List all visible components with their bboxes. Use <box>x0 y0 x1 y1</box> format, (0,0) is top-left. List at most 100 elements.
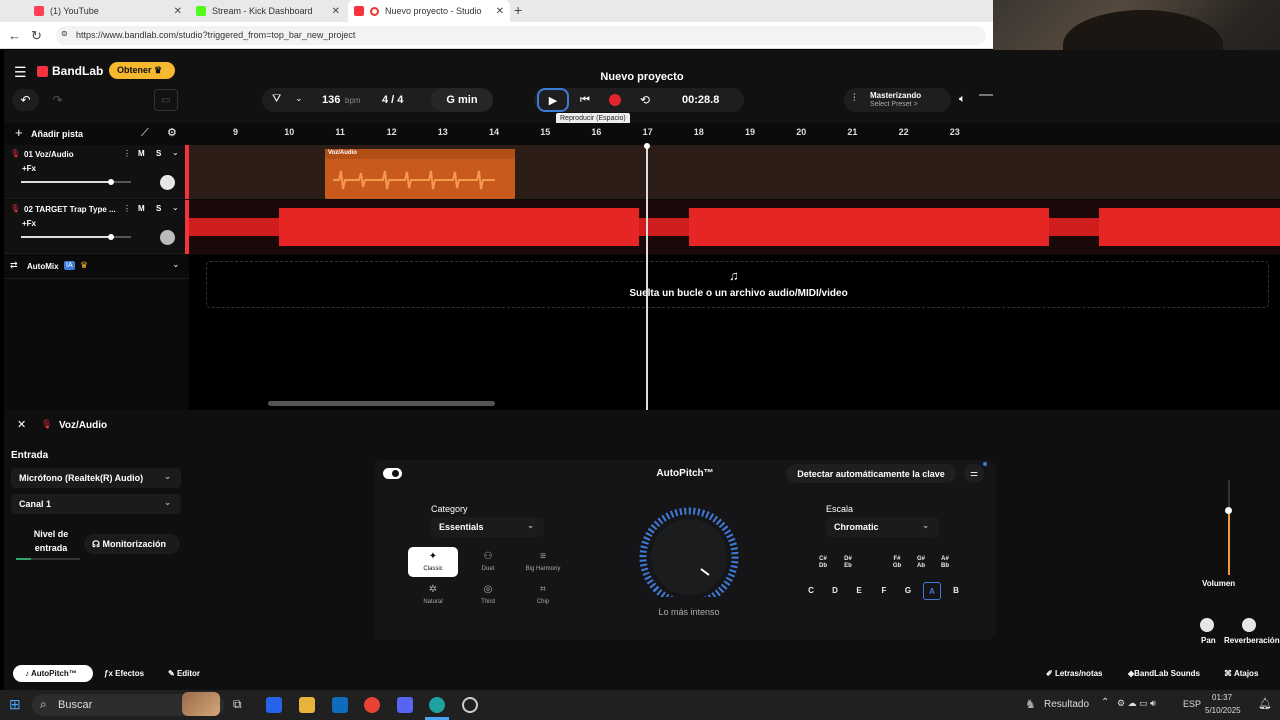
close-icon[interactable]: ✕ <box>496 6 504 17</box>
redo-button[interactable]: ↷ <box>44 89 71 111</box>
tab-effects[interactable]: ƒx Efectos <box>104 669 144 678</box>
plus-icon[interactable]: + <box>15 125 23 140</box>
empty-lane-area[interactable]: ♫ Suelta un bucle o un archivo audio/MID… <box>189 255 1280 410</box>
close-icon[interactable]: ✕ <box>17 418 26 431</box>
chevron-down-icon[interactable]: ⌄ <box>172 259 180 270</box>
back-icon[interactable]: ← <box>8 28 21 43</box>
timeline-ruler[interactable]: 9 10 11 12 13 14 15 16 17 18 19 20 21 22 23 <box>189 123 1280 145</box>
track-header-1[interactable]: 🎙︎ 01 Voz/Audio ⋮ M S ⌄ +Fx <box>4 145 189 199</box>
slider-thumb[interactable] <box>108 179 115 185</box>
rewind-button[interactable]: ⏮ <box>574 88 596 112</box>
monitoring-button[interactable]: ☊ Monitorización <box>84 534 180 554</box>
horizontal-scrollbar[interactable] <box>268 401 495 406</box>
taskbar-search[interactable]: ⌕ Buscar <box>32 692 224 716</box>
key-csharp[interactable]: C# Db <box>814 554 832 572</box>
site-info-icon[interactable]: ⊜ <box>61 29 68 38</box>
volume-icon[interactable]: 🔈︎ <box>959 93 966 106</box>
store-icon[interactable] <box>266 697 282 713</box>
mixer-icon[interactable] <box>979 94 993 96</box>
automix-row[interactable]: ⇄ AutoMix IA ♛ ⌄ <box>4 255 189 279</box>
tab-editor[interactable]: ✎ Editor <box>168 669 200 678</box>
solo-button[interactable]: S <box>156 204 161 213</box>
key-d[interactable]: D <box>826 582 844 600</box>
reload-icon[interactable]: ↻ <box>31 28 42 44</box>
pan-knob[interactable] <box>160 230 175 245</box>
reverb-knob[interactable] <box>1242 618 1256 632</box>
tab-kick[interactable]: Stream - Kick Dashboard ✕ <box>190 0 346 22</box>
windows-start-icon[interactable]: ⊞ <box>9 696 21 713</box>
url-field[interactable]: ⊜ https://www.bandlab.com/studio?trigger… <box>56 26 986 45</box>
file-explorer-icon[interactable] <box>299 697 315 713</box>
settings-icon[interactable]: ⚙ <box>167 126 177 139</box>
preset-classic[interactable]: ✦ Classic <box>408 547 458 577</box>
tab-autopitch[interactable]: ♪ AutoPitch™ <box>13 665 93 682</box>
detect-key-button[interactable]: Detectar automáticamente la clave <box>786 464 956 483</box>
solo-button[interactable]: S <box>156 149 161 158</box>
undo-button[interactable]: ↶ <box>12 89 39 111</box>
chrome-icon[interactable] <box>364 697 380 713</box>
task-view-icon[interactable]: ⧉ <box>233 697 242 712</box>
key-selector[interactable]: G min <box>431 88 493 112</box>
preset-natural[interactable]: ✲ Natural <box>408 580 458 610</box>
channel-select[interactable]: Canal 1 ⌄ <box>11 494 181 514</box>
volume-slider[interactable] <box>21 234 131 240</box>
project-title[interactable]: Nuevo proyecto <box>4 71 1280 83</box>
audio-clip[interactable]: Voz/Audio <box>325 149 515 199</box>
fader-thumb[interactable] <box>1225 507 1232 514</box>
lyrics-button[interactable]: ✐ Letras/notas <box>1046 669 1103 678</box>
track-name[interactable]: 02 TARGET Trap Type ... <box>24 205 116 214</box>
mastering-button[interactable]: ⫶ Masterizando Select Preset > <box>844 88 951 112</box>
chess-icon[interactable]: ♞ <box>1025 697 1036 711</box>
mute-button[interactable]: M <box>138 149 145 158</box>
track-header-2[interactable]: 🎙︎ 02 TARGET Trap Type ... ⋮ M S ⌄ +Fx <box>4 200 189 254</box>
preset-duet[interactable]: ⚇ Duet <box>463 547 513 577</box>
key-a[interactable]: A <box>923 582 941 600</box>
chevron-down-icon[interactable]: ⌄ <box>172 148 179 157</box>
tab-studio[interactable]: Nuevo proyecto - Studio ✕ <box>348 0 510 22</box>
metronome-icon[interactable]: ⛛ <box>272 93 281 106</box>
bpm-value[interactable]: 136 <box>322 94 340 106</box>
close-icon[interactable]: ✕ <box>332 6 340 17</box>
time-signature[interactable]: 4 / 4 <box>382 94 403 106</box>
drop-zone[interactable]: ♫ Suelta un bucle o un archivo audio/MID… <box>206 261 1269 308</box>
pan-knob[interactable] <box>1200 618 1214 632</box>
scale-select[interactable]: Chromatic ⌄ <box>826 517 939 537</box>
obs-icon[interactable] <box>462 697 478 713</box>
category-select[interactable]: Essentials ⌄ <box>431 517 544 537</box>
preset-third[interactable]: ◎ Third <box>463 580 513 610</box>
shortcuts-button[interactable]: ⌘ Atajos <box>1224 669 1258 678</box>
discord-icon[interactable] <box>397 697 413 713</box>
key-asharp[interactable]: A# Bb <box>936 554 954 572</box>
tray-icons[interactable]: ⚙ ☁ ▭ 🔊︎ <box>1117 698 1156 709</box>
key-c[interactable]: C <box>802 582 820 600</box>
clock-date[interactable]: 5/10/2025 <box>1205 706 1241 715</box>
tray-chevron-icon[interactable]: ⌃ <box>1101 697 1109 708</box>
add-fx-button[interactable]: +Fx <box>22 219 36 228</box>
record-button[interactable] <box>604 88 626 112</box>
key-f[interactable]: F <box>875 582 893 600</box>
clock-time[interactable]: 01:37 <box>1212 693 1232 702</box>
volume-fader[interactable] <box>1225 480 1232 575</box>
intensity-knob[interactable] <box>631 507 747 597</box>
input-device-select[interactable]: Micrófono (Realtek(R) Audio) ⌄ <box>11 468 181 488</box>
tab-youtube[interactable]: (1) YouTube ✕ <box>28 0 188 22</box>
track-lane-2[interactable] <box>189 200 1280 254</box>
key-gsharp[interactable]: G# Ab <box>912 554 930 572</box>
key-e[interactable]: E <box>850 582 868 600</box>
track-lane-1[interactable]: Voz/Audio <box>189 145 1280 199</box>
playhead-handle[interactable] <box>644 143 650 149</box>
playhead[interactable] <box>646 145 648 410</box>
preset-chip[interactable]: ⌗ Chip <box>518 580 568 610</box>
loop-button[interactable]: ⟲ <box>634 88 656 112</box>
result-label[interactable]: Resultado <box>1044 699 1089 710</box>
chevron-down-icon[interactable]: ⌄ <box>172 203 179 212</box>
pan-knob[interactable] <box>160 175 175 190</box>
settings-button[interactable]: ⚌ <box>964 464 984 483</box>
more-icon[interactable]: ⋮ <box>123 149 131 158</box>
play-button[interactable]: ▶ <box>537 88 569 112</box>
add-fx-button[interactable]: +Fx <box>22 164 36 173</box>
edge-icon[interactable] <box>429 697 445 713</box>
outlook-icon[interactable] <box>332 697 348 713</box>
preset-big-harmony[interactable]: ≡ Big Harmony <box>518 547 568 577</box>
add-track-button[interactable]: Añadir pista <box>31 129 83 139</box>
